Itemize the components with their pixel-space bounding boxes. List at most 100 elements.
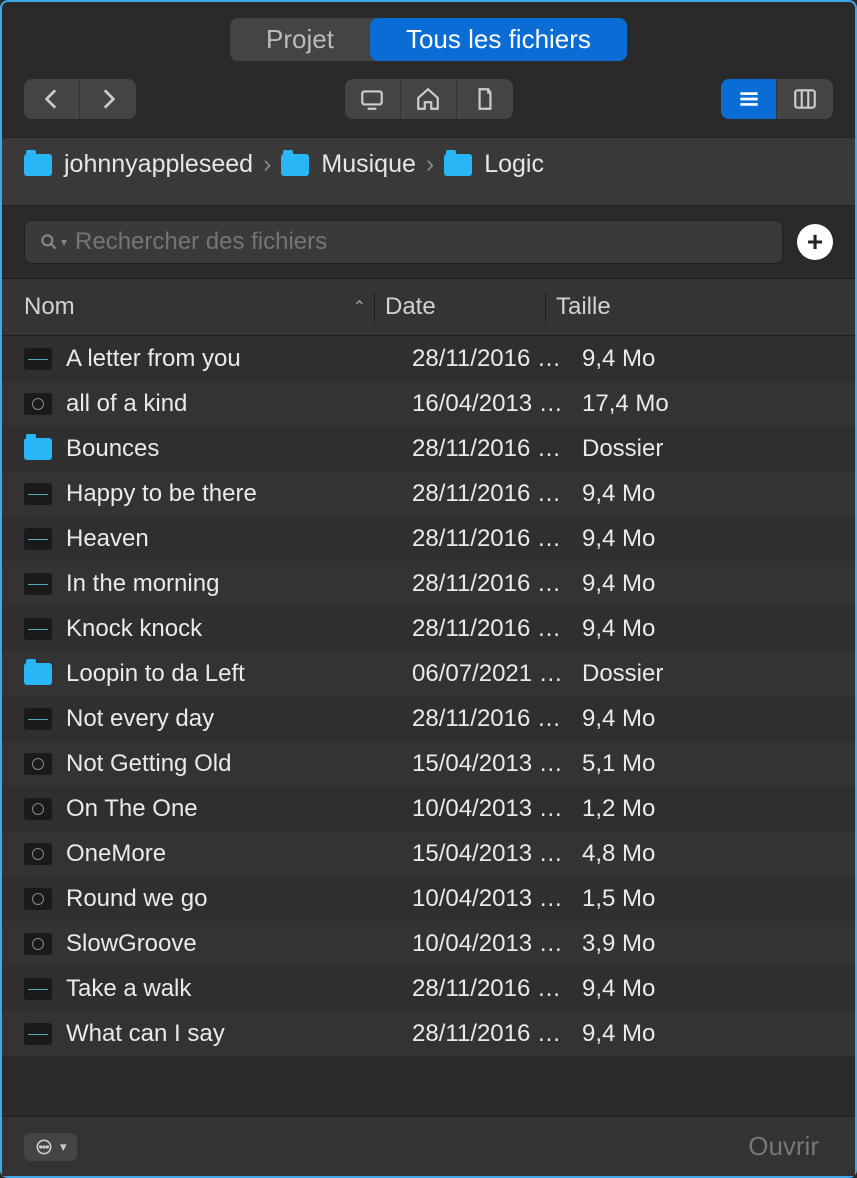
column-view-button[interactable] [777,79,833,119]
file-name: Take a walk [66,975,402,1003]
file-date: 28/11/2016 … [402,615,572,643]
file-name: What can I say [66,1020,402,1048]
sort-ascending-icon: ⌃ [353,297,366,317]
audio-icon [24,708,52,730]
file-name: Bounces [66,435,402,463]
file-date: 28/11/2016 … [402,570,572,598]
search-icon: ▾ [39,232,67,252]
table-row[interactable]: Knock knock28/11/2016 …9,4 Mo [2,606,855,651]
column-name-header[interactable]: Nom ⌃ [24,293,374,321]
audio-icon [24,573,52,595]
list-view-button[interactable] [721,79,777,119]
search-box[interactable]: ▾ [24,220,783,264]
view-mode-buttons [721,79,833,119]
table-row[interactable]: In the morning28/11/2016 …9,4 Mo [2,561,855,606]
tab-project[interactable]: Projet [230,18,370,61]
top-tabbar: Projet Tous les fichiers [2,2,855,79]
file-date: 28/11/2016 … [402,705,572,733]
footer-bar: ▾ Ouvrir [2,1116,855,1176]
file-name: Heaven [66,525,402,553]
table-row[interactable]: Happy to be there28/11/2016 …9,4 Mo [2,471,855,516]
file-size: 9,4 Mo [572,975,833,1003]
add-button[interactable]: + [797,224,833,260]
file-size: 9,4 Mo [572,480,833,508]
column-size-header[interactable]: Taille [546,293,833,321]
file-size: 5,1 Mo [572,750,833,778]
file-list: A letter from you28/11/2016 …9,4 Moall o… [2,336,855,1056]
file-size: 3,9 Mo [572,930,833,958]
breadcrumb-item[interactable]: Musique [321,150,416,179]
search-row: ▾ + [2,206,855,278]
table-row[interactable]: Round we go10/04/2013 …1,5 Mo [2,876,855,921]
file-name: Loopin to da Left [66,660,402,688]
file-size: Dossier [572,660,833,688]
file-size: 9,4 Mo [572,1020,833,1048]
breadcrumb-separator: › [426,150,434,179]
folder-icon [444,154,472,176]
table-row[interactable]: A letter from you28/11/2016 …9,4 Mo [2,336,855,381]
table-row[interactable]: On The One10/04/2013 …1,2 Mo [2,786,855,831]
file-name: OneMore [66,840,402,868]
file-date: 28/11/2016 … [402,480,572,508]
file-name: A letter from you [66,345,402,373]
breadcrumb-separator: › [263,150,271,179]
file-name: Not every day [66,705,402,733]
column-name-label: Nom [24,293,75,321]
file-name: On The One [66,795,402,823]
table-row[interactable]: all of a kind16/04/2013 …17,4 Mo [2,381,855,426]
table-row[interactable]: Bounces28/11/2016 …Dossier [2,426,855,471]
file-date: 16/04/2013 … [402,390,572,418]
audio-icon [24,618,52,640]
file-date: 15/04/2013 … [402,750,572,778]
file-size: 9,4 Mo [572,615,833,643]
project-folder-button[interactable] [457,79,513,119]
breadcrumb: johnnyappleseed › Musique › Logic [2,137,855,206]
file-name: Knock knock [66,615,402,643]
project-icon [24,753,52,775]
open-button[interactable]: Ouvrir [734,1125,833,1168]
view-segmented-control: Projet Tous les fichiers [230,18,627,61]
tab-all-files[interactable]: Tous les fichiers [370,18,627,61]
project-icon [24,888,52,910]
table-row[interactable]: Heaven28/11/2016 …9,4 Mo [2,516,855,561]
file-date: 15/04/2013 … [402,840,572,868]
breadcrumb-item[interactable]: Logic [484,150,544,179]
file-name: Happy to be there [66,480,402,508]
file-name: Round we go [66,885,402,913]
file-date: 28/11/2016 … [402,435,572,463]
file-size: 1,5 Mo [572,885,833,913]
file-date: 10/04/2013 … [402,795,572,823]
file-date: 10/04/2013 … [402,885,572,913]
file-size: 9,4 Mo [572,570,833,598]
table-row[interactable]: Not every day28/11/2016 …9,4 Mo [2,696,855,741]
table-row[interactable]: What can I say28/11/2016 …9,4 Mo [2,1011,855,1056]
audio-icon [24,483,52,505]
table-header: Nom ⌃ Date Taille [2,278,855,336]
table-row[interactable]: OneMore15/04/2013 …4,8 Mo [2,831,855,876]
table-row[interactable]: SlowGroove10/04/2013 …3,9 Mo [2,921,855,966]
search-input[interactable] [75,228,768,256]
nav-buttons [24,79,136,119]
folder-icon [24,154,52,176]
breadcrumb-item[interactable]: johnnyappleseed [64,150,253,179]
table-row[interactable]: Not Getting Old15/04/2013 …5,1 Mo [2,741,855,786]
home-button[interactable] [401,79,457,119]
table-row[interactable]: Loopin to da Left06/07/2021 …Dossier [2,651,855,696]
audio-icon [24,528,52,550]
back-button[interactable] [24,79,80,119]
actions-menu-button[interactable]: ▾ [24,1133,77,1161]
forward-button[interactable] [80,79,136,119]
folder-icon [24,438,52,460]
location-buttons [345,79,513,119]
table-row[interactable]: Take a walk28/11/2016 …9,4 Mo [2,966,855,1011]
music-folder-icon [281,154,309,176]
file-name: SlowGroove [66,930,402,958]
column-date-header[interactable]: Date [375,293,545,321]
file-size: 17,4 Mo [572,390,833,418]
project-icon [24,843,52,865]
project-icon [24,933,52,955]
file-date: 28/11/2016 … [402,975,572,1003]
folder-icon [24,663,52,685]
audio-icon [24,1023,52,1045]
computer-button[interactable] [345,79,401,119]
